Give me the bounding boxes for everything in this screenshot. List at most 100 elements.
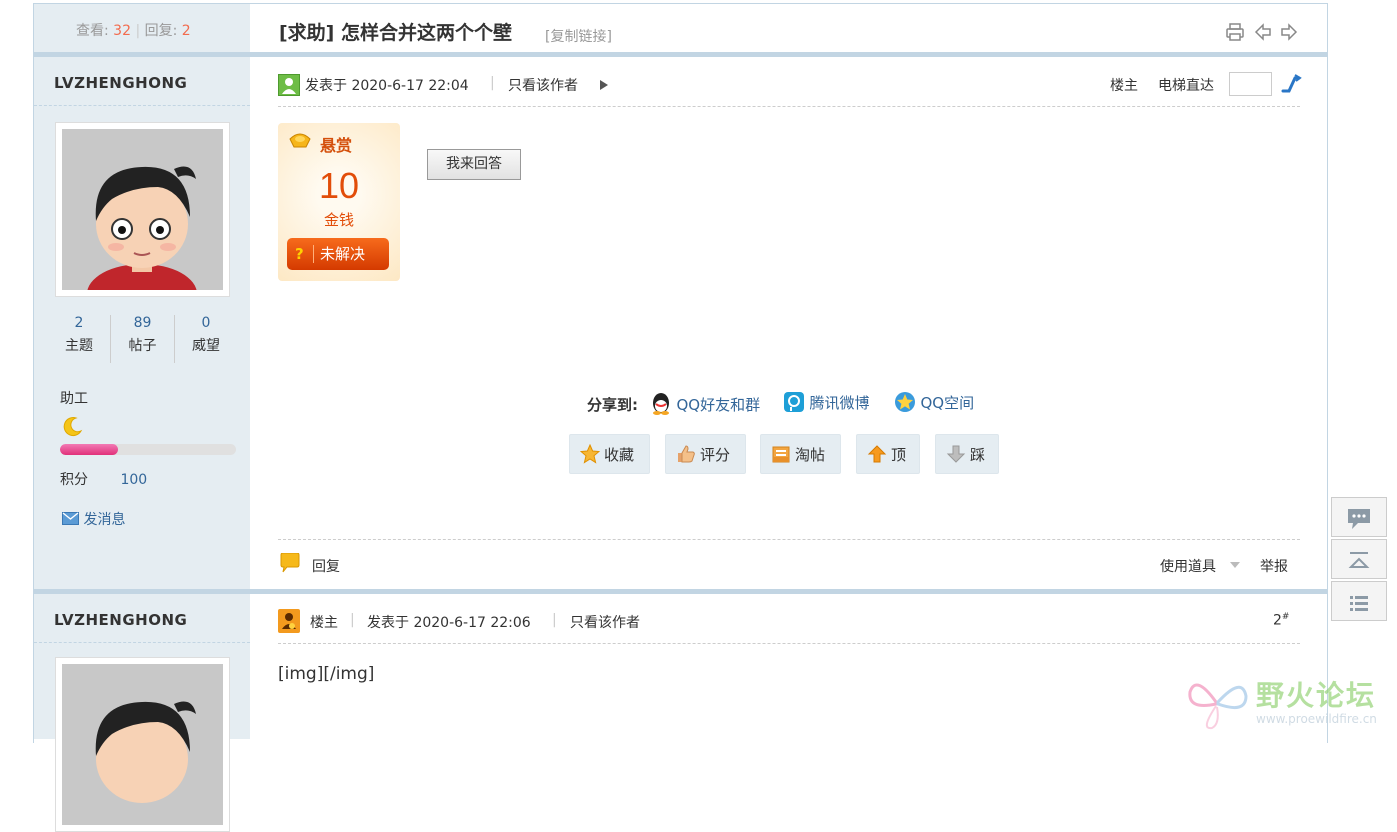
share-weibo-link[interactable]: 腾讯微博 bbox=[783, 391, 869, 413]
chevron-down-icon bbox=[1230, 562, 1240, 568]
post1-content: 发表于 2020-6-17 22:04 | 只看该作者 楼主 电梯直达 悬赏 1… bbox=[250, 57, 1327, 589]
reward-box: 悬赏 10 金钱 ? 未解决 bbox=[278, 123, 400, 281]
reward-status-badge: ? 未解决 bbox=[287, 238, 389, 270]
send-message-label: 发消息 bbox=[83, 512, 126, 528]
stat-posts[interactable]: 89 帖子 bbox=[111, 315, 174, 355]
elevator-label: 电梯直达 bbox=[1158, 78, 1214, 94]
back-to-list-button[interactable] bbox=[1331, 581, 1387, 621]
views-label: 查看: bbox=[76, 23, 109, 39]
use-tools-menu[interactable]: 使用道具 bbox=[1160, 556, 1216, 576]
stat-value: 89 bbox=[133, 315, 152, 331]
stat-label: 威望 bbox=[192, 338, 220, 354]
next-thread-icon[interactable] bbox=[1280, 23, 1298, 41]
star-icon bbox=[579, 435, 601, 475]
thread-tag: [求助] bbox=[279, 22, 335, 44]
reply-link[interactable]: 回复 bbox=[312, 556, 340, 576]
rank-progress-bar bbox=[60, 444, 236, 455]
triangle-right-icon bbox=[600, 80, 608, 90]
tencent-weibo-icon bbox=[784, 392, 804, 412]
print-icon[interactable] bbox=[1225, 22, 1245, 42]
avatar-image bbox=[62, 664, 223, 825]
stat-prestige[interactable]: 0 威望 bbox=[175, 315, 237, 355]
reply-bubble-icon[interactable] bbox=[279, 553, 301, 573]
arrow-top-icon bbox=[1348, 551, 1370, 568]
avatar[interactable] bbox=[55, 122, 230, 297]
qzone-star-icon bbox=[895, 392, 915, 412]
send-message-link[interactable]: 发消息 bbox=[62, 509, 125, 529]
avatar[interactable] bbox=[55, 657, 230, 832]
thread-title-cell: [求助] 怎样合并这两个个壁 [复制链接] bbox=[250, 4, 1327, 52]
elevator-input[interactable] bbox=[1229, 72, 1272, 96]
thread-title-text: 怎样合并这两个个壁 bbox=[341, 22, 513, 44]
comment-icon bbox=[1348, 508, 1370, 529]
thread-stats-cell: 查看: 32 | 回复: 2 bbox=[34, 4, 250, 52]
site-watermark: 野火论坛 www.proewildfire.cn bbox=[1186, 672, 1391, 736]
reward-unit: 金钱 bbox=[323, 211, 354, 229]
divider bbox=[313, 245, 314, 263]
stat-label: 帖子 bbox=[128, 338, 157, 354]
watermark-name: 野火论坛 bbox=[1256, 679, 1377, 712]
rate-button[interactable]: 评分 bbox=[665, 434, 746, 474]
post-time: 发表于 2020-6-17 22:06 bbox=[367, 615, 531, 631]
downvote-button[interactable]: 踩 bbox=[935, 434, 999, 474]
floor-number-sup: # bbox=[1281, 612, 1290, 622]
divider: | bbox=[490, 75, 495, 91]
reward-status: 未解决 bbox=[320, 245, 366, 263]
points-value[interactable]: 100 bbox=[120, 472, 147, 488]
only-author-link[interactable]: 只看该作者 bbox=[508, 75, 578, 95]
author-name[interactable]: LVZHENGHONG bbox=[54, 611, 187, 629]
divider bbox=[34, 642, 250, 643]
divider: | bbox=[552, 612, 557, 628]
post-body: [img][/img] bbox=[278, 664, 375, 684]
points-label: 积分 bbox=[60, 472, 88, 488]
collect-thread-label: 淘帖 bbox=[795, 446, 826, 464]
moon-rank-icon bbox=[63, 417, 83, 437]
share-qzone-link[interactable]: QQ空间 bbox=[894, 391, 974, 413]
avatar-image bbox=[62, 129, 223, 290]
author-name[interactable]: LVZHENGHONG bbox=[54, 74, 187, 92]
upvote-label: 顶 bbox=[891, 446, 907, 464]
favorite-label: 收藏 bbox=[604, 446, 635, 464]
answer-button[interactable]: 我来回答 bbox=[427, 149, 521, 180]
divider: | bbox=[350, 612, 355, 628]
thread-title: [求助] 怎样合并这两个个壁 bbox=[279, 18, 512, 45]
copy-link[interactable]: [复制链接] bbox=[545, 26, 612, 46]
rate-label: 评分 bbox=[700, 446, 731, 464]
favorite-button[interactable]: 收藏 bbox=[569, 434, 650, 474]
thread-starter-icon bbox=[278, 609, 300, 633]
divider bbox=[278, 539, 1300, 540]
floor-label: 楼主 bbox=[1110, 78, 1138, 94]
quick-reply-button[interactable] bbox=[1331, 497, 1387, 537]
divider: | bbox=[135, 23, 141, 39]
floor-number[interactable]: 2# bbox=[1273, 612, 1289, 629]
stat-label: 主题 bbox=[65, 338, 93, 354]
stat-value: 2 bbox=[74, 315, 84, 331]
divider bbox=[34, 105, 250, 106]
elevator-go-icon[interactable] bbox=[1280, 72, 1302, 94]
tray-icon bbox=[771, 435, 791, 475]
share-qq-link[interactable]: QQ好友和群 bbox=[650, 391, 760, 415]
collect-thread-button[interactable]: 淘帖 bbox=[760, 434, 841, 474]
points-row: 积分 100 bbox=[60, 469, 147, 489]
post2-content: 楼主 | 发表于 2020-6-17 22:06 | 只看该作者 2# [img… bbox=[250, 594, 1327, 739]
upvote-button[interactable]: 顶 bbox=[856, 434, 920, 474]
list-icon bbox=[1350, 595, 1368, 611]
floor-number-value: 2 bbox=[1273, 612, 1282, 629]
share-weibo-label: 腾讯微博 bbox=[809, 394, 870, 412]
share-qq-label: QQ好友和群 bbox=[676, 396, 761, 414]
back-to-top-button[interactable] bbox=[1331, 539, 1387, 579]
only-author-link[interactable]: 只看该作者 bbox=[570, 612, 640, 632]
reward-title: 悬赏 bbox=[320, 136, 353, 155]
replies-count: 2 bbox=[181, 23, 191, 39]
online-user-icon bbox=[278, 74, 300, 96]
prev-thread-icon[interactable] bbox=[1254, 23, 1272, 41]
author-stats: 2 主题 89 帖子 0 威望 bbox=[49, 315, 239, 365]
gold-ingot-icon bbox=[289, 133, 311, 148]
question-icon: ? bbox=[295, 245, 304, 263]
report-link[interactable]: 举报 bbox=[1260, 556, 1288, 576]
arrow-up-icon bbox=[867, 435, 887, 475]
stat-threads[interactable]: 2 主题 bbox=[49, 315, 109, 355]
downvote-label: 踩 bbox=[970, 446, 986, 464]
user-rank: 助工 bbox=[60, 391, 88, 407]
floor-label: 楼主 bbox=[310, 615, 338, 631]
